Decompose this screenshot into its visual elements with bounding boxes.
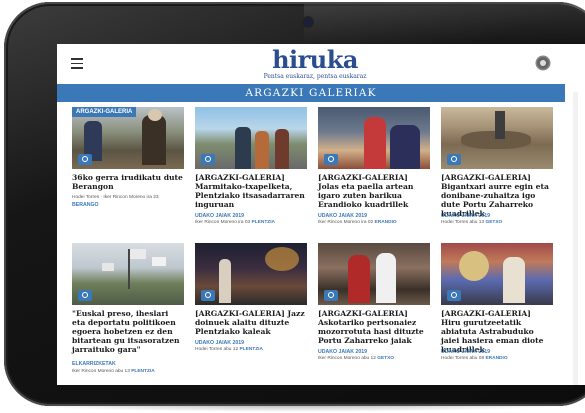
camera-icon bbox=[78, 154, 92, 165]
gallery-card[interactable]: [ARGAZKI-GALERIA] Hiru gurutzeetatik abi… bbox=[441, 243, 553, 385]
camera-icon bbox=[201, 290, 215, 301]
camera-icon bbox=[447, 154, 461, 165]
article-meta: Iker Rincon Moreno ira 02 ERANDIO bbox=[318, 220, 397, 225]
site-header: hiruka Pentsa euskaraz, pentsa euskaraz bbox=[57, 44, 585, 84]
camera-icon bbox=[324, 290, 338, 301]
article-meta: Iker Rincon Moreno ira 03 PLENTZIA bbox=[195, 220, 275, 225]
gallery-tag: ARGAZKI-GALERIA bbox=[72, 107, 137, 117]
gallery-thumbnail[interactable] bbox=[318, 107, 430, 169]
article-meta: Hodei Torres abu 08 ERANDIO bbox=[441, 356, 508, 361]
gallery-card[interactable]: [ARGAZKI-GALERIA] Askotariko pertsonaiez… bbox=[318, 243, 430, 385]
article-category[interactable]: ELKARRIZKETAK bbox=[72, 361, 116, 367]
article-title[interactable]: "Euskal preso, iheslari eta deportatu po… bbox=[72, 309, 184, 354]
article-category[interactable]: UDAKO JAIAK 2019 bbox=[318, 213, 367, 219]
user-account-icon[interactable] bbox=[537, 57, 549, 69]
article-meta: Hodei Torres abu 12 PLENTZIA bbox=[195, 347, 263, 352]
tablet-screen: hiruka Pentsa euskaraz, pentsa euskaraz … bbox=[57, 44, 585, 385]
camera-icon bbox=[201, 154, 215, 165]
article-title[interactable]: [ARGAZKI-GALERIA] Bigantxari aurre egin … bbox=[441, 173, 553, 218]
gallery-thumbnail[interactable] bbox=[195, 243, 307, 305]
gallery-thumbnail[interactable]: ARGAZKI-GALERIA bbox=[72, 107, 184, 169]
gallery-thumbnail[interactable] bbox=[441, 243, 553, 305]
site-logo[interactable]: hiruka Pentsa euskaraz, pentsa euskaraz bbox=[255, 47, 375, 81]
article-title[interactable]: [ARGAZKI-GALERIA] Jolas eta paella artea… bbox=[318, 173, 430, 209]
gallery-thumbnail[interactable] bbox=[441, 107, 553, 169]
article-meta: Iker Rincon Moreno abu 13 PLENTZIA bbox=[72, 369, 155, 374]
article-meta: Hodei Torres abu 13 GETXO bbox=[441, 220, 503, 225]
gallery-thumbnail[interactable] bbox=[318, 243, 430, 305]
article-title[interactable]: [ARGAZKI-GALERIA] Jazz doinuek alaitu di… bbox=[195, 309, 307, 336]
article-location[interactable]: ERANDIO bbox=[485, 356, 507, 361]
article-title[interactable]: [ARGAZKI-GALERIA] Hiru gurutzeetatik abi… bbox=[441, 309, 553, 354]
gallery-card[interactable]: ARGAZKI-GALERIA 36ko gerra irudikatu dut… bbox=[72, 107, 184, 222]
section-title: ARGAZKI GALERIAK bbox=[245, 87, 377, 99]
article-title[interactable]: 36ko gerra irudikatu dute Berangon bbox=[72, 173, 184, 191]
article-location[interactable]: BERANGO bbox=[72, 202, 99, 208]
article-category[interactable]: UDAKO JAIAK 2019 bbox=[441, 213, 490, 219]
article-location[interactable]: PLENTZIA bbox=[239, 347, 262, 352]
gallery-thumbnail[interactable] bbox=[72, 243, 184, 305]
gallery-card[interactable]: [ARGAZKI-GALERIA] Bigantxari aurre egin … bbox=[441, 107, 553, 225]
camera-icon bbox=[78, 290, 92, 301]
article-category[interactable]: UDAKO JAIAK 2019 bbox=[195, 340, 244, 346]
article-location[interactable]: GETXO bbox=[485, 220, 502, 225]
gallery-card[interactable]: [ARGAZKI-GALERIA] Marmitako-txapelketa, … bbox=[195, 107, 307, 225]
article-title[interactable]: [ARGAZKI-GALERIA] Askotariko pertsonaiez… bbox=[318, 309, 430, 345]
front-camera bbox=[304, 18, 312, 26]
section-banner: ARGAZKI GALERIAK bbox=[57, 84, 565, 102]
gallery-card[interactable]: "Euskal preso, iheslari eta deportatu po… bbox=[72, 243, 184, 385]
article-location[interactable]: PLENTZIA bbox=[252, 220, 275, 225]
article-title[interactable]: [ARGAZKI-GALERIA] Marmitako-txapelketa, … bbox=[195, 173, 307, 209]
hamburger-menu-icon[interactable] bbox=[71, 58, 83, 69]
article-location[interactable]: PLENTZIA bbox=[131, 369, 154, 374]
gallery-thumbnail[interactable] bbox=[195, 107, 307, 169]
article-meta: Iker Rincon Moreno abu 12 GETXO bbox=[318, 356, 395, 361]
article-category[interactable]: UDAKO JAIAK 2019 bbox=[318, 349, 367, 355]
gallery-card[interactable]: [ARGAZKI-GALERIA] Jazz doinuek alaitu di… bbox=[195, 243, 307, 385]
article-category[interactable]: UDAKO JAIAK 2019 bbox=[441, 349, 490, 355]
article-location[interactable]: GETXO bbox=[377, 356, 394, 361]
frame-gloss bbox=[304, 4, 585, 44]
logo-tagline: Pentsa euskaraz, pentsa euskaraz bbox=[263, 73, 367, 80]
gallery-card[interactable]: [ARGAZKI-GALERIA] Jolas eta paella artea… bbox=[318, 107, 430, 225]
article-location[interactable]: ERANDIO bbox=[375, 220, 397, 225]
article-category[interactable]: UDAKO JAIAK 2019 bbox=[195, 213, 244, 219]
article-meta: Hodei Torres · Iker Rincon Moreno ira 23 bbox=[72, 195, 159, 200]
logo-wordmark: hiruka bbox=[272, 45, 358, 74]
camera-icon bbox=[324, 154, 338, 165]
scrollbar[interactable] bbox=[573, 92, 578, 385]
camera-icon bbox=[447, 290, 461, 301]
